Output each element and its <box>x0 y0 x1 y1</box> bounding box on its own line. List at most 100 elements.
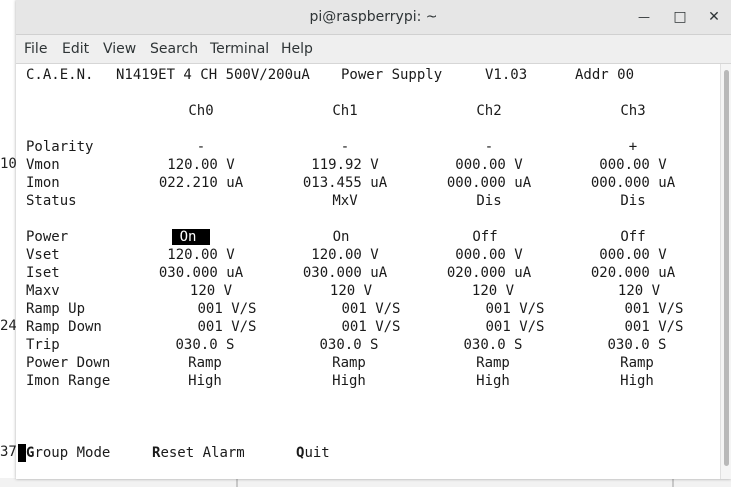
maxv-value[interactable]: 120 V <box>276 282 426 300</box>
imon-value: 000.000 uA <box>446 175 532 191</box>
background-text-fragment: 37 <box>0 444 16 460</box>
header-maker: C.A.E.N. <box>26 67 94 83</box>
vset-value[interactable]: 120.00 V <box>126 246 276 264</box>
selected-cell-highlight[interactable]: On <box>171 229 211 245</box>
power-value-selected[interactable]: On <box>116 228 266 246</box>
vmon-value: 120.00 V <box>167 157 235 173</box>
status-value: Dis <box>620 193 646 209</box>
ramp-down-value[interactable]: 001 V/S <box>440 318 590 336</box>
menu-help[interactable]: Help <box>281 35 313 63</box>
power-value[interactable]: On <box>266 228 416 246</box>
iset-value[interactable]: 020.000 uA <box>558 264 708 282</box>
row-label-power: Power <box>26 229 69 245</box>
header-model: N1419ET 4 CH 500V/200uA <box>116 67 310 83</box>
close-icon[interactable]: ✕ <box>703 6 725 28</box>
reset-alarm-label: eset Alarm <box>160 445 245 461</box>
trip-value[interactable]: 030.0 S <box>418 336 568 354</box>
vmon-value: 000.00 V <box>455 157 523 173</box>
trip-value[interactable]: 030.0 S <box>130 336 280 354</box>
window-title: pi@raspberrypi: ~ <box>309 9 438 25</box>
imon-value: 022.210 uA <box>158 175 244 191</box>
header-version: V1.03 <box>485 67 528 83</box>
imon-range-value[interactable]: High <box>562 372 712 390</box>
vset-value[interactable]: 000.00 V <box>414 246 564 264</box>
row-label-iset: Iset <box>26 265 60 281</box>
imon-range-value[interactable]: High <box>418 372 568 390</box>
polarity-value: - <box>484 139 494 155</box>
menu-file[interactable]: File <box>24 35 47 63</box>
channel-header: Ch3 <box>620 103 646 119</box>
polarity-value: - <box>196 139 206 155</box>
row-label-polarity: Polarity <box>26 139 94 155</box>
vset-value[interactable]: 120.00 V <box>270 246 420 264</box>
header-address: Addr 00 <box>575 67 635 83</box>
imon-range-value[interactable]: High <box>274 372 424 390</box>
status-value: Dis <box>476 193 502 209</box>
background-divider <box>236 478 238 487</box>
background-divider <box>672 478 674 487</box>
ramp-up-value[interactable]: 001 V/S <box>440 300 590 318</box>
row-label-maxv: Maxv <box>26 283 60 299</box>
ramp-up-value[interactable]: 001 V/S <box>584 300 724 318</box>
power-value[interactable]: Off <box>410 228 560 246</box>
row-label-power-down: Power Down <box>26 355 111 371</box>
reset-alarm-command[interactable]: Reset Alarm <box>152 444 245 462</box>
power-value[interactable]: Off <box>558 228 708 246</box>
background-text-fragment: 10 <box>0 156 16 172</box>
menu-search[interactable]: Search <box>150 35 198 63</box>
channel-header: Ch0 <box>188 103 214 119</box>
row-label-vset: Vset <box>26 247 60 263</box>
ramp-up-value[interactable]: 001 V/S <box>152 300 302 318</box>
row-label-imon-range: Imon Range <box>26 373 111 389</box>
power-down-value[interactable]: Ramp <box>274 354 424 372</box>
ramp-down-value[interactable]: 001 V/S <box>296 318 446 336</box>
ramp-up-value[interactable]: 001 V/S <box>296 300 446 318</box>
polarity-value: + <box>628 139 638 155</box>
window-titlebar[interactable]: pi@raspberrypi: ~ — □ ✕ <box>16 0 731 35</box>
row-label-status: Status <box>26 193 77 209</box>
group-mode-command[interactable]: Group Mode <box>26 444 110 462</box>
maxv-value[interactable]: 120 V <box>564 282 714 300</box>
channel-header: Ch1 <box>332 103 358 119</box>
iset-value[interactable]: 030.000 uA <box>270 264 420 282</box>
quit-command[interactable]: Quit <box>296 444 330 462</box>
ramp-down-value[interactable]: 001 V/S <box>584 318 724 336</box>
iset-value[interactable]: 020.000 uA <box>414 264 564 282</box>
vmon-value: 000.00 V <box>599 157 667 173</box>
terminal-window: pi@raspberrypi: ~ — □ ✕ File Edit View S… <box>16 0 731 479</box>
ramp-down-value[interactable]: 001 V/S <box>152 318 302 336</box>
row-label-ramp-down: Ramp Down <box>26 319 102 335</box>
maxv-value[interactable]: 120 V <box>136 282 286 300</box>
menu-view[interactable]: View <box>103 35 136 63</box>
maximize-icon[interactable]: □ <box>669 6 691 28</box>
row-label-trip: Trip <box>26 337 60 353</box>
iset-value[interactable]: 030.000 uA <box>126 264 276 282</box>
desktop: 10 24 37 pi@raspberrypi: ~ — □ ✕ File Ed… <box>0 0 731 487</box>
maxv-value[interactable]: 120 V <box>418 282 568 300</box>
terminal-content[interactable]: C.A.E.N. N1419ET 4 CH 500V/200uA Power S… <box>16 64 731 479</box>
background-window-left <box>0 0 16 487</box>
terminal-scrollbar[interactable] <box>720 64 731 479</box>
trip-value[interactable]: 030.0 S <box>562 336 712 354</box>
imon-value: 000.000 uA <box>590 175 676 191</box>
power-down-value[interactable]: Ramp <box>130 354 280 372</box>
scrollbar-thumb[interactable] <box>724 70 729 466</box>
imon-value: 013.455 uA <box>302 175 388 191</box>
menu-edit[interactable]: Edit <box>62 35 89 63</box>
imon-range-value[interactable]: High <box>130 372 280 390</box>
vset-value[interactable]: 000.00 V <box>558 246 708 264</box>
power-down-value[interactable]: Ramp <box>418 354 568 372</box>
header-product: Power Supply <box>341 67 443 83</box>
channel-header: Ch2 <box>476 103 502 119</box>
background-text-fragment: 24 <box>0 318 16 334</box>
minimize-icon[interactable]: — <box>633 6 655 28</box>
polarity-value: - <box>340 139 350 155</box>
menu-terminal[interactable]: Terminal <box>210 35 269 63</box>
row-label-imon: Imon <box>26 175 60 191</box>
menubar: File Edit View Search Terminal Help <box>16 35 731 64</box>
row-label-vmon: Vmon <box>26 157 60 173</box>
power-down-value[interactable]: Ramp <box>562 354 712 372</box>
trip-value[interactable]: 030.0 S <box>274 336 424 354</box>
row-label-ramp-up: Ramp Up <box>26 301 86 317</box>
status-value: MxV <box>332 193 358 209</box>
